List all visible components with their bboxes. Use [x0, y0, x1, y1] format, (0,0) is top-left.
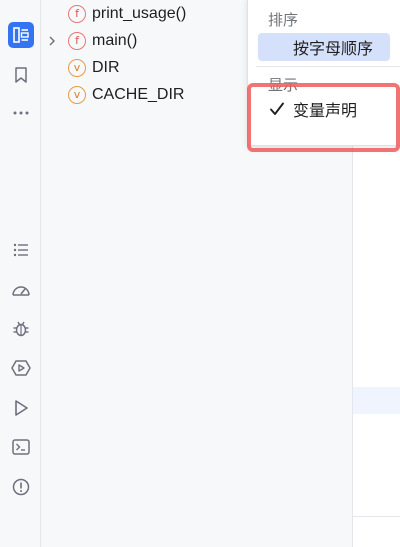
todo-list-icon[interactable]: [8, 237, 34, 263]
tree-item-label: main(): [92, 32, 138, 49]
chevron-right-icon[interactable]: [46, 35, 58, 47]
debug-icon[interactable]: [8, 316, 34, 342]
menu-separator: [256, 66, 400, 67]
sort-alphabetically-item[interactable]: 按字母顺序: [258, 33, 390, 61]
more-icon[interactable]: [8, 100, 34, 126]
activity-bar: [0, 0, 41, 547]
bookmarks-icon[interactable]: [8, 62, 34, 88]
view-options-popup: 排序 按字母顺序 显示 变量声明: [247, 0, 400, 146]
profiler-icon[interactable]: [8, 277, 34, 303]
function-icon: f: [68, 5, 86, 23]
show-section-header: 显示: [268, 76, 299, 94]
current-line-highlight: [353, 387, 400, 414]
menu-item-label: 按字母顺序: [293, 39, 374, 58]
run-icon[interactable]: [8, 395, 34, 421]
structure-icon[interactable]: [8, 22, 34, 48]
variable-icon: v: [68, 59, 86, 77]
sort-section-header: 排序: [268, 11, 299, 29]
tree-item-label: CACHE_DIR: [92, 86, 185, 103]
variable-icon: v: [68, 86, 86, 104]
checkmark-icon: [270, 102, 284, 115]
ide-window: f print_usage() f main() v DIR v CACHE_D…: [0, 0, 400, 547]
tree-item-label: DIR: [92, 59, 120, 76]
editor-divider: [353, 516, 400, 517]
services-icon[interactable]: [8, 355, 34, 381]
show-variable-declarations-item[interactable]: 变量声明: [258, 95, 390, 123]
function-icon: f: [68, 32, 86, 50]
menu-item-label: 变量声明: [293, 101, 358, 120]
terminal-icon[interactable]: [8, 434, 34, 460]
problems-icon[interactable]: [8, 474, 34, 500]
tree-item-label: print_usage(): [92, 5, 187, 22]
